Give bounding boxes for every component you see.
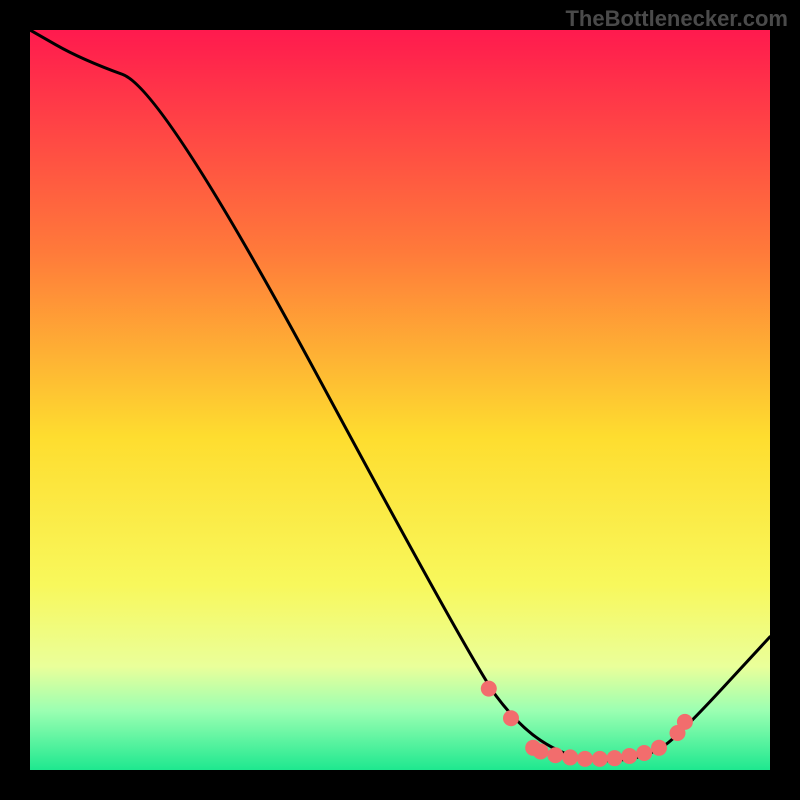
- data-marker: [577, 751, 593, 767]
- data-marker: [533, 744, 549, 760]
- data-marker: [677, 714, 693, 730]
- gradient-background: [30, 30, 770, 770]
- data-marker: [547, 747, 563, 763]
- data-marker: [562, 749, 578, 765]
- bottleneck-chart: [30, 30, 770, 770]
- data-marker: [607, 750, 623, 766]
- data-marker: [636, 745, 652, 761]
- data-marker: [503, 710, 519, 726]
- watermark-text: TheBottlenecker.com: [565, 6, 788, 32]
- data-marker: [592, 751, 608, 767]
- chart-container: [30, 30, 770, 770]
- data-marker: [481, 681, 497, 697]
- data-marker: [621, 748, 637, 764]
- data-marker: [651, 740, 667, 756]
